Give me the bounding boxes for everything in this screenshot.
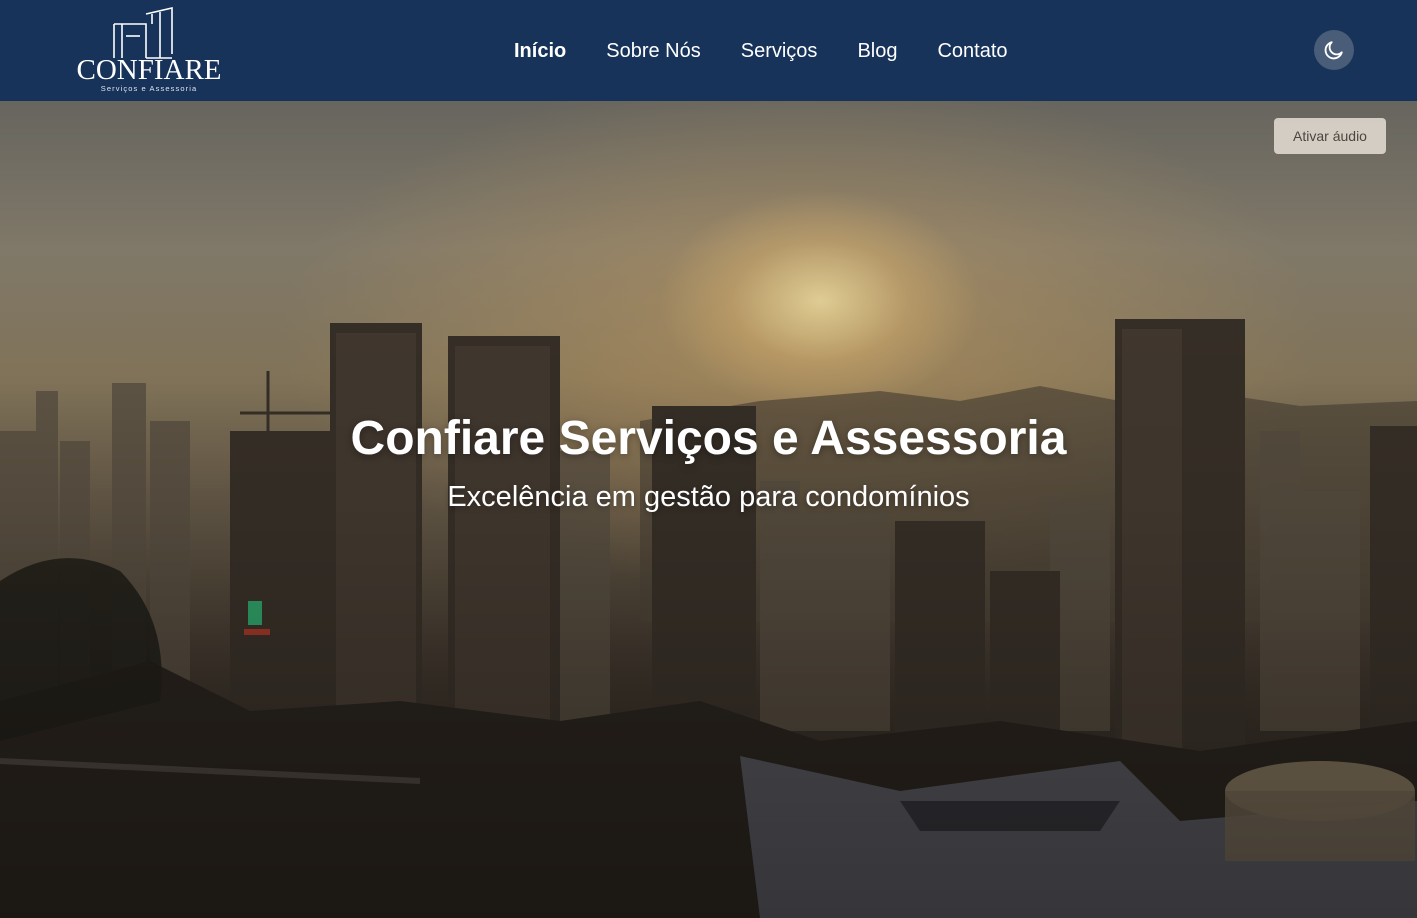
nav-item-sobre-nos[interactable]: Sobre Nós	[586, 39, 721, 63]
nav-item-blog[interactable]: Blog	[837, 39, 917, 63]
main-nav: Início Sobre Nós Serviços Blog Contato	[494, 0, 1028, 101]
logo-wordmark: CONFIARE	[76, 54, 222, 86]
hero-subtitle: Excelência em gestão para condomínios	[447, 481, 970, 513]
building-logo-icon	[113, 6, 173, 59]
site-header: CONFIARE Serviços e Assessoria Início So…	[0, 0, 1417, 101]
enable-audio-button[interactable]: Ativar áudio	[1274, 118, 1386, 154]
nav-item-inicio[interactable]: Início	[494, 39, 586, 63]
nav-item-servicos[interactable]: Serviços	[721, 39, 838, 63]
logo[interactable]: CONFIARE Serviços e Assessoria	[76, 4, 222, 96]
theme-toggle-button[interactable]	[1314, 30, 1354, 70]
logo-tagline: Serviços e Assessoria	[100, 84, 198, 93]
hero-section: Ativar áudio Confiare Serviços e Assesso…	[0, 101, 1417, 918]
nav-item-contato[interactable]: Contato	[917, 39, 1027, 63]
moon-icon	[1324, 41, 1343, 60]
hero-title: Confiare Serviços e Assessoria	[350, 412, 1067, 465]
